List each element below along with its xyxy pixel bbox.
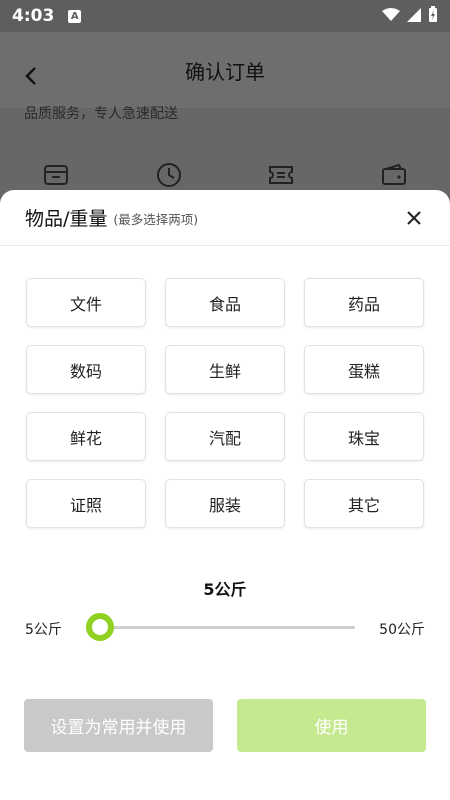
nav-bar: 确认订单 <box>0 32 450 108</box>
save-and-use-button[interactable]: 设置为常用并使用 <box>24 699 213 752</box>
sheet-title: 物品/重量 <box>25 208 108 230</box>
item-chip-fresh[interactable]: 生鲜 <box>165 345 285 394</box>
item-chip-cake[interactable]: 蛋糕 <box>304 345 424 394</box>
item-chip-jewelry[interactable]: 珠宝 <box>304 412 424 461</box>
wallet-icon <box>379 160 409 190</box>
item-chip-flowers[interactable]: 鲜花 <box>26 412 146 461</box>
service-icons <box>0 160 450 190</box>
wifi-icon <box>382 7 400 26</box>
status-time: 4:03 <box>12 6 55 26</box>
slider-max-label: 50公斤 <box>379 622 425 638</box>
item-weight-sheet: 物品/重量 (最多选择两项) 文件 食品 药品 数码 生鲜 蛋糕 鲜花 汽配 珠… <box>0 190 450 800</box>
status-bar: 4:03 A <box>0 0 450 32</box>
battery-icon <box>428 6 438 26</box>
sheet-header: 物品/重量 (最多选择两项) <box>0 190 450 246</box>
item-chip-digital[interactable]: 数码 <box>26 345 146 394</box>
screen: 4:03 A 确认订单 品质服务，专人急速配送 物品/重量 (最多选择两项) 文… <box>0 0 450 800</box>
back-icon[interactable] <box>24 66 38 90</box>
item-chip-documents[interactable]: 文件 <box>26 278 146 327</box>
slider-min-label: 5公斤 <box>25 622 62 638</box>
weight-slider: 5公斤 50公斤 <box>0 612 450 642</box>
service-text: 品质服务，专人急速配送 <box>24 106 178 120</box>
status-icons <box>382 6 438 26</box>
ticket-icon <box>266 160 296 190</box>
item-grid: 文件 食品 药品 数码 生鲜 蛋糕 鲜花 汽配 珠宝 证照 服装 其它 <box>26 278 424 528</box>
item-chip-other[interactable]: 其它 <box>304 479 424 528</box>
slider-thumb[interactable] <box>86 613 114 641</box>
close-icon[interactable] <box>403 207 425 229</box>
item-chip-medicine[interactable]: 药品 <box>304 278 424 327</box>
box-icon <box>41 160 71 190</box>
item-chip-clothing[interactable]: 服装 <box>165 479 285 528</box>
use-button[interactable]: 使用 <box>237 699 426 752</box>
signal-icon <box>407 7 421 26</box>
sheet-subtitle: (最多选择两项) <box>113 212 199 227</box>
slider-track[interactable] <box>100 626 355 629</box>
item-chip-certificates[interactable]: 证照 <box>26 479 146 528</box>
item-chip-food[interactable]: 食品 <box>165 278 285 327</box>
clock-icon <box>154 160 184 190</box>
weight-value: 5公斤 <box>203 580 247 599</box>
page-title: 确认订单 <box>185 59 265 84</box>
notification-icon: A <box>68 9 82 23</box>
background-content: 品质服务，专人急速配送 <box>0 106 450 198</box>
item-chip-auto-parts[interactable]: 汽配 <box>165 412 285 461</box>
